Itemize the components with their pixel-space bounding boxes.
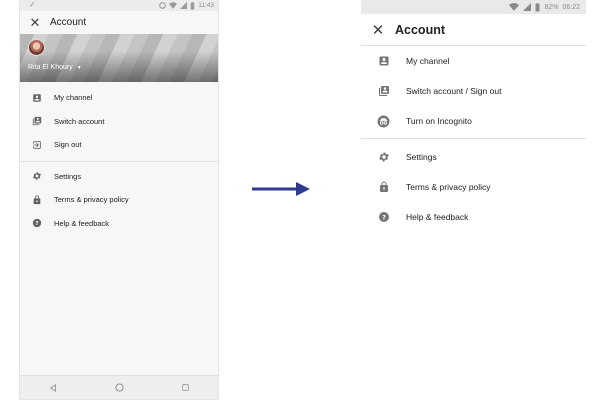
wifi-icon (169, 2, 178, 9)
svg-text:?: ? (35, 221, 38, 227)
person-box-icon (361, 55, 406, 67)
check-mark-icon: ✓ (29, 0, 36, 9)
page-title: Account (50, 17, 87, 28)
menu-item-label: Settings (406, 152, 437, 162)
menu-item-label: Switch account / Sign out (406, 86, 502, 96)
menu-item-label: My channel (406, 56, 450, 66)
menu-item-terms[interactable]: Terms & privacy policy (20, 188, 218, 212)
account-menu: My channel Switch account Sign out Setti… (20, 82, 218, 235)
switch-account-icon (20, 116, 54, 126)
menu-item-settings[interactable]: Settings (20, 165, 218, 189)
battery-icon (535, 2, 540, 11)
wifi-icon (509, 3, 520, 11)
right-phone-screen: 82% 06:22 ✕ Account My channel Switch ac… (361, 0, 586, 400)
incognito-icon (361, 115, 406, 128)
right-arrow-icon (252, 181, 312, 202)
menu-item-label: My channel (54, 93, 93, 103)
android-nav-bar (20, 375, 218, 399)
menu-item-terms[interactable]: Terms & privacy policy (361, 172, 586, 202)
menu-item-help[interactable]: ? Help & feedback (361, 202, 586, 232)
menu-item-switch-account[interactable]: Switch account (20, 110, 218, 134)
menu-item-incognito[interactable]: Turn on Incognito (361, 106, 586, 136)
lock-icon (361, 181, 406, 193)
battery-percent: 82% (544, 3, 559, 11)
avatar[interactable] (28, 39, 45, 56)
close-icon[interactable]: ✕ (361, 21, 395, 39)
menu-item-label: Help & feedback (406, 212, 469, 222)
help-icon: ? (20, 218, 54, 228)
signal-icon (180, 2, 188, 9)
gear-icon (20, 171, 54, 181)
circle-icon (159, 2, 167, 9)
menu-item-switch-account[interactable]: Switch account / Sign out (361, 76, 586, 106)
help-icon: ? (361, 211, 406, 223)
divider (361, 138, 586, 139)
svg-text:?: ? (382, 213, 386, 221)
account-menu: My channel Switch account / Sign out Tur… (361, 46, 586, 232)
menu-item-label: Terms & privacy policy (54, 195, 129, 205)
account-banner: Rita El Khoury ▼ (20, 34, 218, 82)
menu-item-label: Settings (54, 171, 82, 181)
menu-item-label: Turn on Incognito (406, 116, 472, 126)
sign-out-icon (20, 140, 54, 150)
caret-down-icon: ▼ (76, 64, 82, 71)
left-phone-screen: ✓ 11:43 ✕ Account Rita El Khoury ▼ My ch… (19, 0, 219, 400)
menu-item-settings[interactable]: Settings (361, 142, 586, 172)
recents-icon[interactable] (182, 384, 189, 391)
menu-item-label: Sign out (54, 140, 82, 150)
switch-account-icon (361, 85, 406, 97)
signal-icon (523, 3, 532, 11)
divider (20, 160, 218, 162)
lock-icon (20, 195, 54, 205)
status-bar: ✓ 11:43 (20, 0, 218, 11)
menu-item-my-channel[interactable]: My channel (20, 86, 218, 110)
app-bar: ✕ Account (20, 11, 218, 34)
app-bar: ✕ Account (361, 14, 586, 46)
battery-icon (190, 1, 195, 10)
gear-icon (361, 151, 406, 163)
status-bar: 82% 06:22 (361, 0, 586, 14)
menu-item-label: Terms & privacy policy (406, 182, 491, 192)
back-icon[interactable] (49, 383, 57, 392)
menu-item-my-channel[interactable]: My channel (361, 46, 586, 76)
user-name: Rita El Khoury (28, 64, 73, 71)
menu-item-help[interactable]: ? Help & feedback (20, 212, 218, 236)
status-time: 06:22 (562, 3, 580, 11)
close-icon[interactable]: ✕ (20, 15, 50, 31)
page-title: Account (395, 22, 445, 37)
menu-item-label: Switch account (54, 116, 105, 126)
home-icon[interactable] (115, 383, 124, 392)
person-box-icon (20, 93, 54, 103)
menu-item-sign-out[interactable]: Sign out (20, 133, 218, 157)
status-time: 11:43 (198, 2, 214, 9)
menu-item-label: Help & feedback (54, 218, 110, 228)
account-switcher[interactable]: Rita El Khoury ▼ (28, 64, 82, 71)
